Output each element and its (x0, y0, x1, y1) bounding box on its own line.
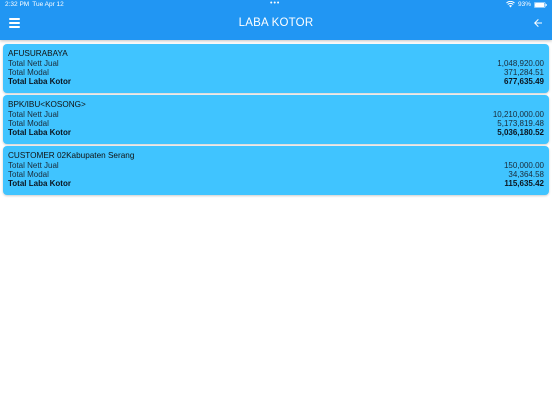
modal-value: 371,284.51 (503, 68, 544, 77)
nett-row: Total Nett Jual 10,210,000.00 (8, 110, 544, 119)
laba-row: Total Laba Kotor 5,036,180.52 (8, 128, 544, 137)
customer-name: AFUSURABAYA (8, 49, 68, 58)
nett-row: Total Nett Jual 1,048,920.00 (8, 59, 544, 68)
laba-value: 115,635.42 (504, 179, 544, 188)
multitask-dots[interactable]: ••• (270, 0, 280, 7)
nett-label: Total Nett Jual (8, 59, 59, 68)
battery-percent: 93% (517, 1, 531, 8)
customer-card[interactable]: CUSTOMER 02Kabupaten Serang Total Nett J… (3, 146, 549, 195)
customer-name: CUSTOMER 02Kabupaten Serang (8, 151, 135, 160)
app-bar: 2:32 PM Tue Apr 12 ••• 93% LABA KOTOR (0, 0, 552, 40)
laba-label: Total Laba Kotor (8, 77, 71, 86)
customer-list: AFUSURABAYA Total Nett Jual 1,048,920.00… (3, 44, 549, 195)
modal-row: Total Modal 5,173,819.48 (8, 119, 544, 128)
customer-name: BPK/IBU<KOSONG> (8, 100, 86, 109)
laba-row: Total Laba Kotor 677,635.49 (8, 77, 544, 86)
laba-row: Total Laba Kotor 115,635.42 (8, 179, 544, 188)
laba-value: 677,635.49 (503, 77, 544, 86)
status-date: Tue Apr 12 (32, 1, 64, 8)
nett-value: 150,000.00 (503, 161, 544, 170)
status-time: 2:32 PM Tue Apr 12 (5, 1, 64, 8)
modal-value: 34,364.58 (508, 170, 544, 179)
nett-label: Total Nett Jual (8, 110, 59, 119)
modal-row: Total Modal 371,284.51 (8, 68, 544, 77)
modal-label: Total Modal (8, 119, 49, 128)
modal-label: Total Modal (8, 68, 49, 77)
customer-card[interactable]: BPK/IBU<KOSONG> Total Nett Jual 10,210,0… (3, 95, 549, 144)
arrow-back-icon[interactable] (532, 17, 544, 29)
modal-row: Total Modal 34,364.58 (8, 170, 544, 179)
status-bar: 2:32 PM Tue Apr 12 ••• 93% (0, 0, 552, 11)
battery-icon (534, 1, 547, 8)
modal-value: 5,173,819.48 (497, 119, 544, 128)
nett-value: 10,210,000.00 (492, 110, 544, 119)
laba-label: Total Laba Kotor (8, 179, 71, 188)
page-title: LABA KOTOR (238, 17, 314, 29)
status-right: 93% (506, 1, 547, 8)
nett-label: Total Nett Jual (8, 161, 59, 170)
modal-label: Total Modal (8, 170, 49, 179)
nett-row: Total Nett Jual 150,000.00 (8, 161, 544, 170)
laba-label: Total Laba Kotor (8, 128, 71, 137)
nett-value: 1,048,920.00 (497, 59, 544, 68)
wifi-icon (506, 1, 515, 8)
status-time-text: 2:32 PM (5, 1, 30, 8)
laba-value: 5,036,180.52 (497, 128, 544, 137)
customer-card[interactable]: AFUSURABAYA Total Nett Jual 1,048,920.00… (3, 44, 549, 93)
